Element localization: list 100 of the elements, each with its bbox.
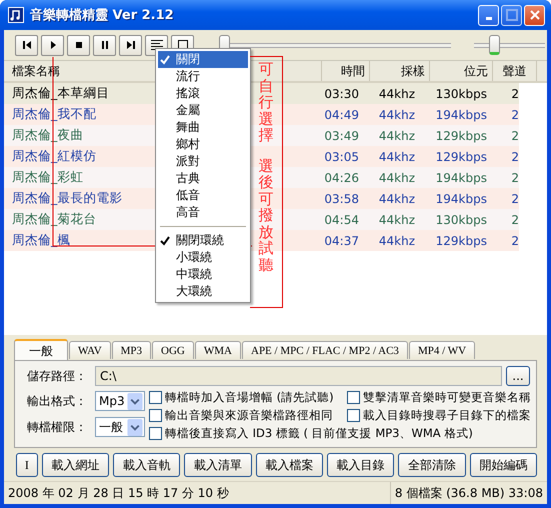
music-note-icon — [8, 7, 24, 23]
menu-item[interactable]: 金屬 — [158, 102, 248, 119]
table-cell-text: 2 — [510, 192, 519, 206]
menu-item[interactable]: 小環繞 — [158, 249, 248, 266]
field-label: 轉檔權限： — [26, 418, 88, 436]
menu-item[interactable]: 關閉環繞 — [158, 232, 248, 249]
path-field[interactable]: C:\ — [95, 366, 502, 386]
tab[interactable]: 一般 — [14, 339, 68, 360]
next-icon — [126, 40, 136, 50]
table-cell-text: 2 — [510, 128, 519, 142]
table-cell-text: 130kbps — [434, 212, 488, 226]
table-cell-text: 44khz — [378, 108, 416, 122]
status-summary: 8 個檔案 (36.8 MB) 33:08 — [390, 482, 547, 504]
menu-item[interactable]: 低音 — [158, 187, 248, 204]
minimize-icon — [486, 17, 492, 20]
column-header[interactable]: 聲道 — [493, 61, 537, 81]
action-button[interactable]: 載入檔案 — [256, 453, 324, 477]
action-button[interactable]: 開始編碼 — [470, 453, 537, 477]
browse-button[interactable]: ... — [506, 366, 530, 386]
field-label: 輸出格式： — [26, 392, 88, 410]
menu-item[interactable]: 關閉 — [158, 51, 248, 68]
checkbox[interactable] — [347, 409, 360, 422]
permission-dropdown[interactable]: 一般 — [95, 417, 145, 437]
option-checkbox[interactable]: 雙擊清單音樂時可變更音樂名稱 — [347, 389, 531, 406]
action-button[interactable]: 載入清單 — [184, 453, 252, 477]
table-cell-text: 194kbps — [434, 170, 488, 184]
table-cell-text: 03:05 — [323, 150, 360, 164]
format-dropdown[interactable]: Mp3 — [95, 391, 145, 411]
table-cell-text: 04:26 — [323, 170, 360, 184]
tab[interactable]: MP3 — [112, 341, 152, 359]
slider-thumb[interactable] — [489, 35, 500, 55]
previous-button[interactable] — [15, 34, 38, 56]
table-cell-text: 129kbps — [434, 150, 488, 164]
tab[interactable]: WMA — [194, 341, 241, 359]
table-cell-text: 04:54 — [323, 212, 360, 226]
pause-icon — [100, 40, 110, 50]
play-button[interactable] — [41, 34, 64, 56]
tab[interactable]: APE / MPC / FLAC / MP2 / AC3 — [242, 341, 408, 359]
next-button[interactable] — [119, 34, 142, 56]
close-icon — [528, 9, 540, 21]
checkbox[interactable] — [347, 391, 360, 404]
menu-item[interactable]: 派對 — [158, 153, 248, 170]
table-cell-text: 04:49 — [323, 108, 360, 122]
menu-item[interactable]: 古典 — [158, 170, 248, 187]
table-cell-text: 44khz — [378, 86, 416, 100]
minimize-button[interactable] — [478, 4, 499, 26]
action-button[interactable]: 載入音軌 — [113, 453, 180, 477]
tab[interactable]: WAV — [69, 341, 111, 359]
pause-button[interactable] — [93, 34, 116, 56]
table-cell-text: 44khz — [378, 128, 416, 142]
action-button[interactable]: 全部清除 — [398, 453, 466, 477]
table-cell-text: 44khz — [378, 234, 416, 248]
table-cell-text: 194kbps — [434, 108, 488, 122]
table-cell-text: 44khz — [378, 150, 416, 164]
table-cell-text: 130kbps — [434, 86, 488, 100]
table-cell-text: 194kbps — [434, 192, 488, 206]
action-button[interactable]: 載入目錄 — [327, 453, 394, 477]
action-button[interactable]: I — [16, 453, 38, 477]
table-cell-text: 44khz — [378, 170, 416, 184]
close-button[interactable] — [524, 4, 545, 26]
table-cell-text: 03:49 — [323, 128, 360, 142]
stop-icon — [74, 40, 84, 50]
checkbox[interactable] — [149, 427, 162, 440]
option-checkbox[interactable]: 轉檔時加入音場增幅 (請先試聽) — [149, 389, 347, 406]
table-cell-text: 44khz — [378, 212, 416, 226]
table-cell-text: 2 — [510, 234, 519, 248]
lines-icon — [150, 39, 164, 51]
table-cell-text: 2 — [510, 86, 519, 100]
check-icon — [160, 236, 170, 246]
table-cell-text: 2 — [510, 150, 519, 164]
maximize-icon — [506, 9, 518, 21]
field-label: 儲存路徑： — [26, 368, 88, 384]
status-datetime: 2008 年 02 月 28 日 15 時 17 分 10 秒 — [7, 484, 230, 502]
option-checkbox[interactable]: 輸出音樂與來源音樂檔路徑相同 — [149, 407, 347, 424]
checkbox[interactable] — [149, 409, 162, 422]
table-cell-text: 03:58 — [323, 192, 360, 206]
column-header[interactable]: 採樣 — [370, 61, 430, 81]
table-cell-text: 2 — [510, 212, 519, 226]
table-cell-text: 2 — [510, 108, 519, 122]
menu-item[interactable]: 流行 — [158, 68, 248, 85]
previous-icon — [22, 40, 32, 50]
action-button[interactable]: 載入網址 — [42, 453, 110, 477]
column-header[interactable]: 時間 — [322, 61, 370, 81]
table-cell-text: 129kbps — [434, 234, 488, 248]
tab[interactable]: OGG — [152, 341, 194, 359]
window-title: 音樂轉檔精靈 Ver 2.12 — [30, 6, 175, 24]
table-cell-text: 03:30 — [323, 86, 360, 100]
option-checkbox[interactable]: 載入目錄時搜尋子目錄下的檔案 — [347, 407, 531, 424]
table-cell-text: 2 — [510, 170, 519, 184]
column-header[interactable]: 位元 — [430, 61, 493, 81]
menu-item[interactable]: 搖滾 — [158, 85, 248, 102]
stop-button[interactable] — [67, 34, 90, 56]
table-cell-text: 129kbps — [434, 128, 488, 142]
menu-item[interactable]: 大環繞 — [158, 283, 248, 300]
option-checkbox[interactable]: 轉檔後直接寫入 ID3 標籤 ( 目前僅支援 MP3、WMA 格式) — [149, 425, 531, 442]
tab[interactable]: MP4 / WV — [408, 341, 476, 359]
checkbox[interactable] — [149, 391, 162, 404]
table-cell-text: 44khz — [378, 192, 416, 206]
maximize-button[interactable] — [501, 4, 522, 26]
menu-item[interactable]: 中環繞 — [158, 266, 248, 283]
